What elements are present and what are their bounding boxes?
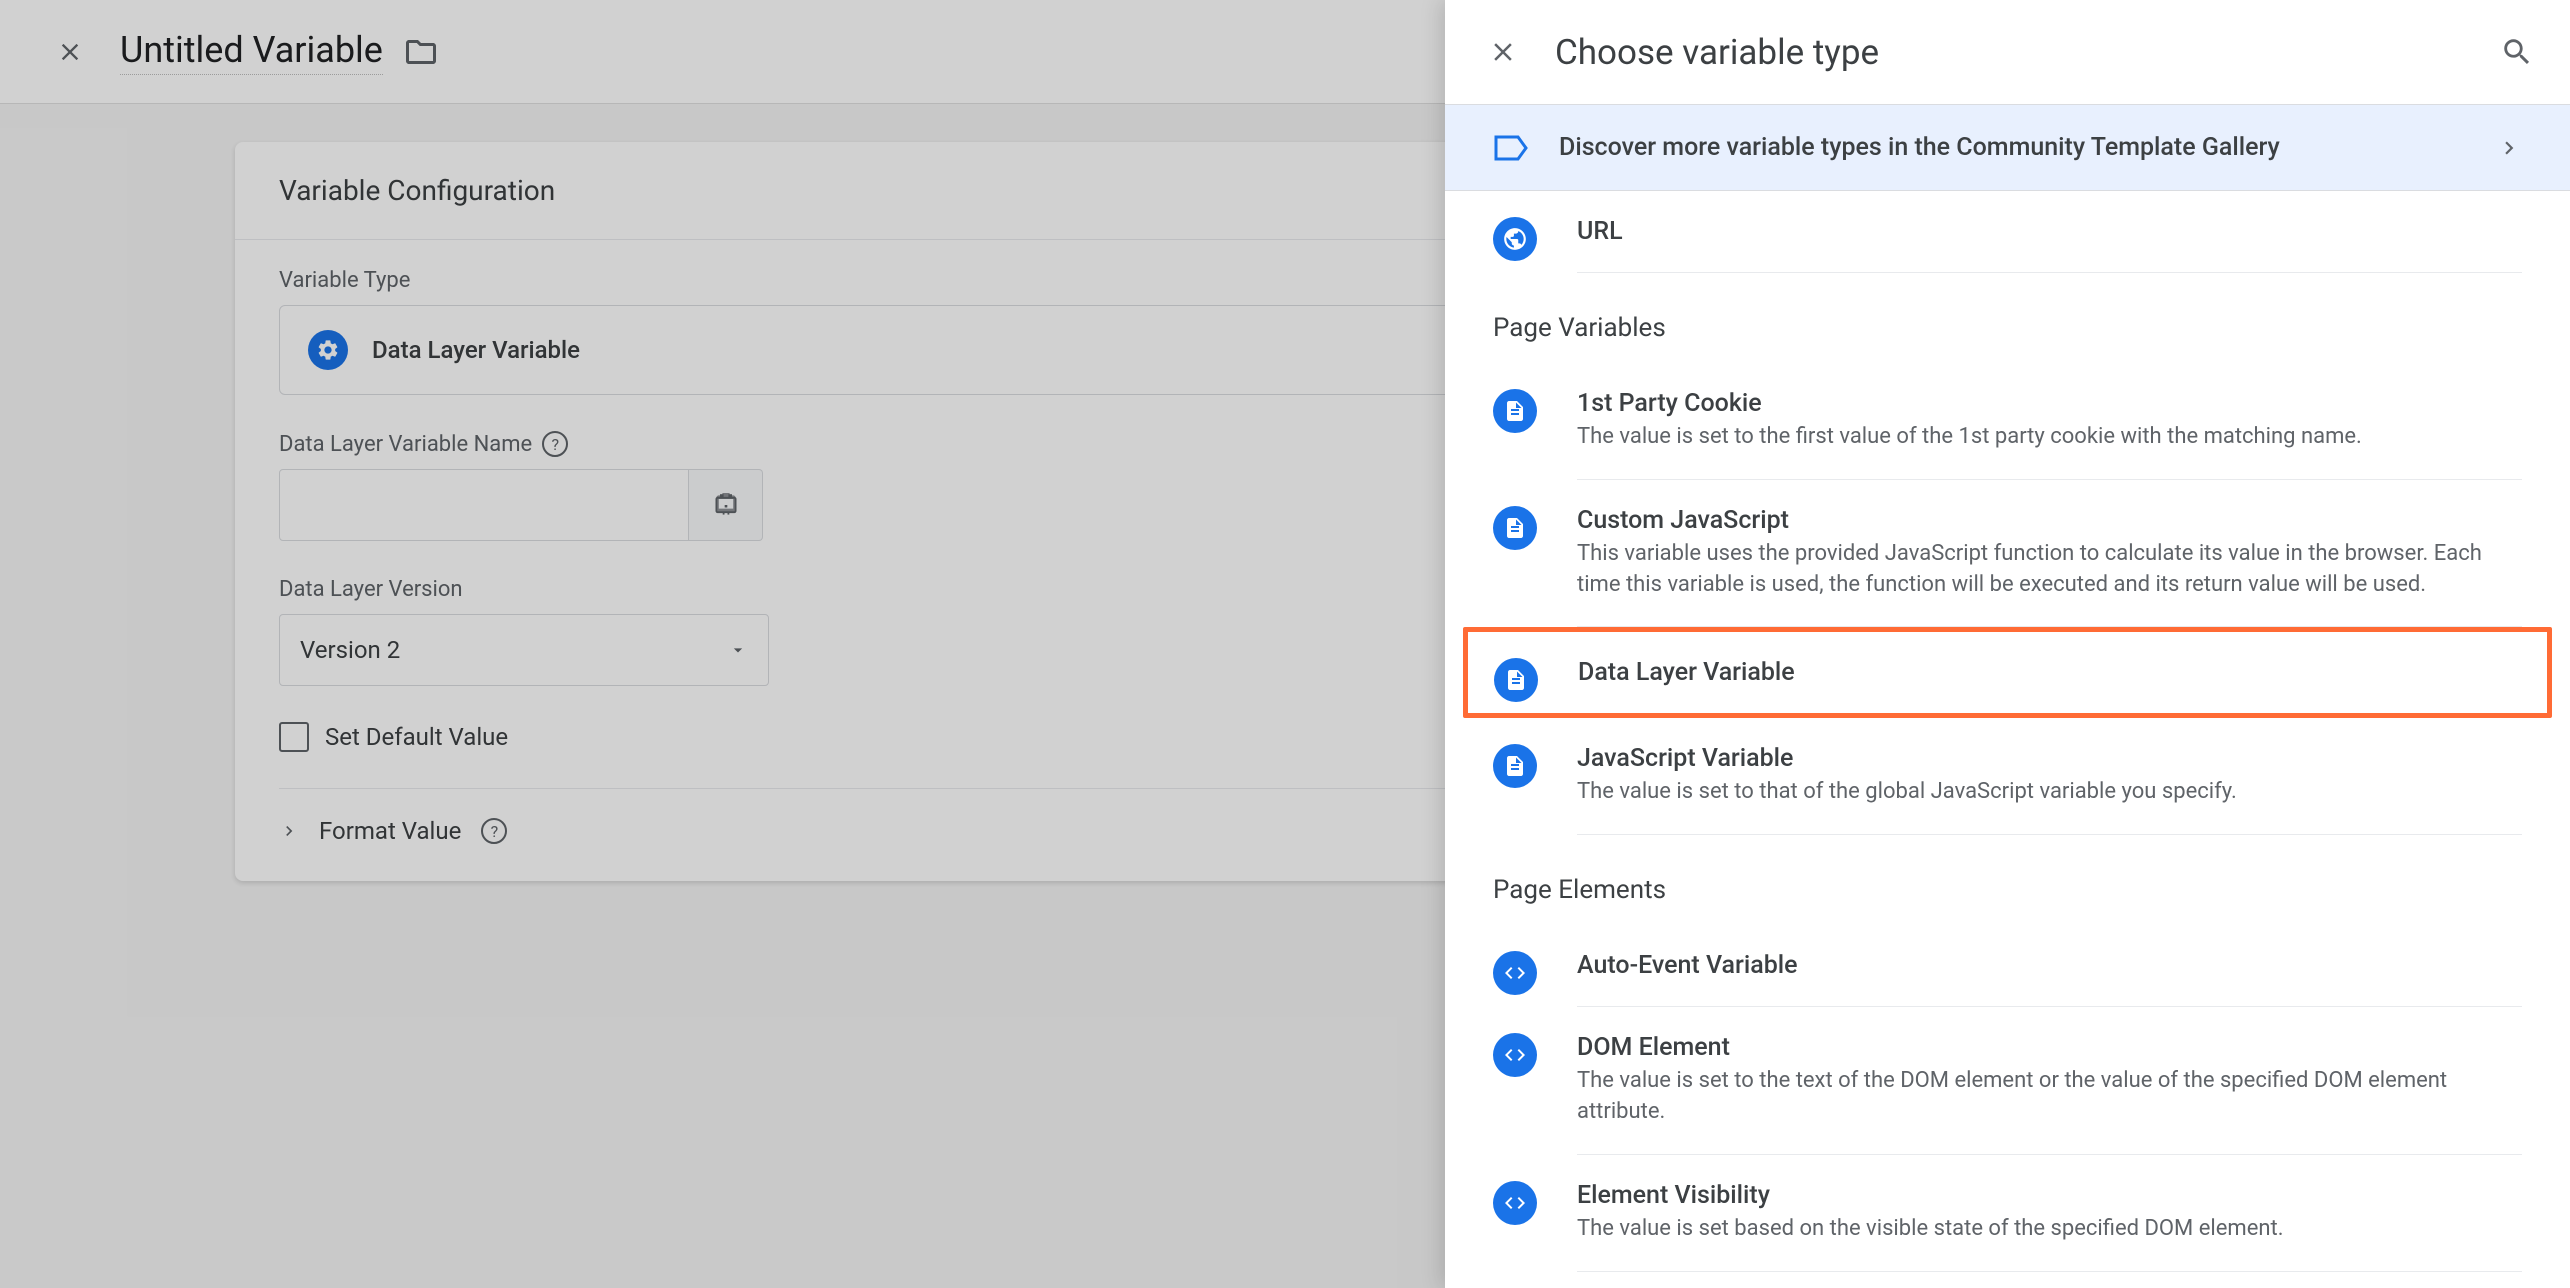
variable-type-javascript-variable[interactable]: JavaScript Variable The value is set to …	[1577, 718, 2522, 835]
tag-icon	[1493, 134, 1529, 162]
chevron-right-icon	[2496, 135, 2522, 161]
panel-title: Choose variable type	[1555, 32, 2470, 73]
variable-type-panel: Choose variable type Discover more varia…	[1445, 0, 2570, 1288]
variable-type-desc: The value is set to the first value of t…	[1577, 422, 2522, 453]
variable-type-desc: The value is set to the text of the DOM …	[1577, 1066, 2522, 1128]
variable-type-auto-event[interactable]: Auto-Event Variable	[1577, 925, 2522, 1007]
variable-type-title: JavaScript Variable	[1577, 744, 2522, 773]
variable-type-desc: The value is set to that of the global J…	[1577, 777, 2522, 808]
variable-type-title: DOM Element	[1577, 1033, 2522, 1062]
highlight-annotation: Data Layer Variable	[1463, 627, 2552, 718]
panel-content: URL Page Variables 1st Party Cookie The …	[1445, 191, 2570, 1288]
variable-type-url[interactable]: URL	[1577, 191, 2522, 273]
search-button[interactable]	[2500, 35, 2534, 69]
panel-close-button[interactable]	[1481, 30, 1525, 74]
document-icon	[1493, 744, 1537, 788]
variable-type-custom-javascript[interactable]: Custom JavaScript This variable uses the…	[1577, 480, 2522, 628]
variable-type-element-visibility[interactable]: Element Visibility The value is set base…	[1577, 1155, 2522, 1272]
document-icon	[1493, 506, 1537, 550]
variable-type-title: URL	[1577, 217, 2522, 246]
variable-type-data-layer-variable[interactable]: Data Layer Variable	[1578, 632, 2522, 713]
search-icon	[2500, 35, 2534, 69]
variable-type-desc: This variable uses the provided JavaScri…	[1577, 539, 2522, 601]
document-icon	[1494, 658, 1538, 702]
code-icon	[1493, 951, 1537, 995]
variable-type-title: Element Visibility	[1577, 1181, 2522, 1210]
discover-text: Discover more variable types in the Comm…	[1559, 133, 2466, 162]
discover-banner[interactable]: Discover more variable types in the Comm…	[1445, 104, 2570, 191]
variable-type-title: Data Layer Variable	[1578, 658, 2522, 687]
variable-type-desc: The value is set based on the visible st…	[1577, 1214, 2522, 1245]
variable-type-title: 1st Party Cookie	[1577, 389, 2522, 418]
section-page-elements: Page Elements	[1493, 835, 2522, 925]
code-icon	[1493, 1181, 1537, 1225]
variable-type-dom-element[interactable]: DOM Element The value is set to the text…	[1577, 1007, 2522, 1155]
variable-type-1st-party-cookie[interactable]: 1st Party Cookie The value is set to the…	[1577, 363, 2522, 480]
variable-type-title: Auto-Event Variable	[1577, 951, 2522, 980]
section-page-variables: Page Variables	[1493, 273, 2522, 363]
code-icon	[1493, 1033, 1537, 1077]
panel-header: Choose variable type	[1445, 0, 2570, 104]
variable-type-title: Custom JavaScript	[1577, 506, 2522, 535]
document-icon	[1493, 389, 1537, 433]
globe-icon	[1493, 217, 1537, 261]
close-icon	[1488, 37, 1518, 67]
